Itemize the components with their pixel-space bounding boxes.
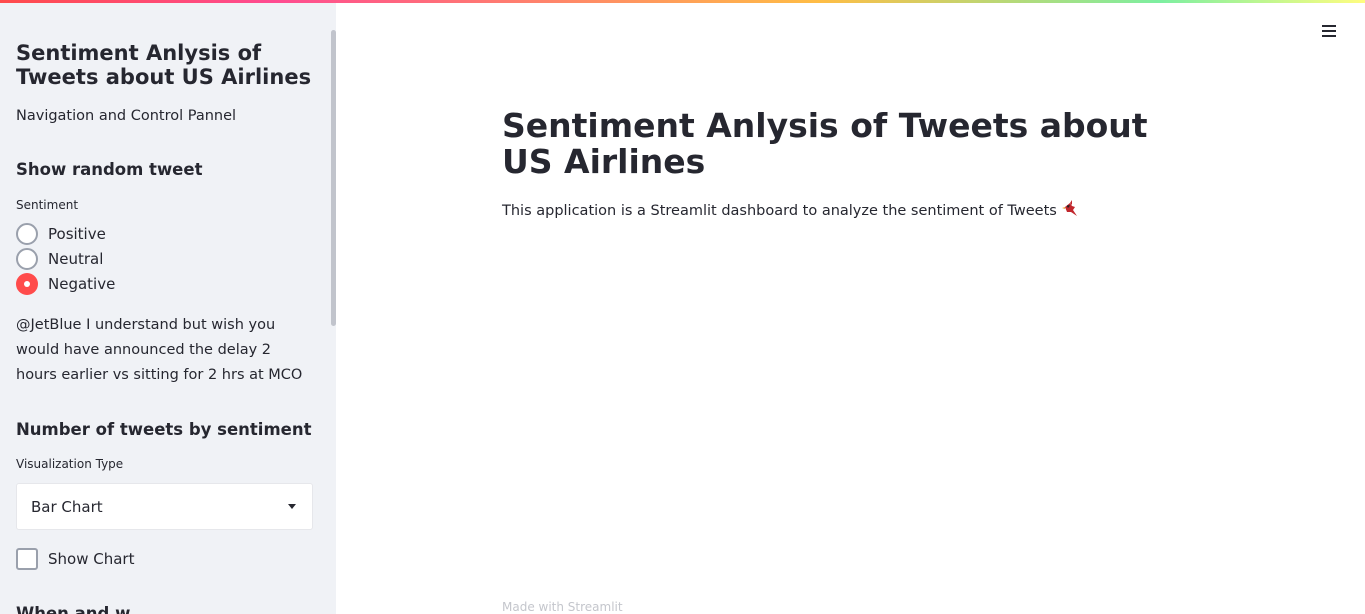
radio-circle-neutral[interactable] [16, 248, 38, 270]
random-tweet-heading: Show random tweet [16, 160, 203, 179]
select-value: Bar Chart [31, 497, 103, 516]
radio-label-neutral: Neutral [48, 250, 104, 268]
footer-made-with[interactable]: Made with Streamlit [502, 600, 623, 614]
by-sentiment-heading: Number of tweets by sentiment [16, 420, 312, 439]
radio-circle-negative-selected[interactable] [16, 273, 38, 295]
sidebar-subtitle: Navigation and Control Pannel [16, 108, 237, 124]
visualization-type-label: Visualization Type [16, 457, 124, 471]
hamburger-menu-icon[interactable] [1322, 24, 1338, 38]
sentiment-label: Sentiment [16, 198, 79, 212]
show-chart-checkbox[interactable]: Show Chart [16, 548, 134, 570]
description-text: This application is a Streamlit dashboar… [502, 203, 1057, 219]
visualization-type-select[interactable]: Bar Chart [16, 483, 313, 530]
sidebar: Sentiment Anlysis of Tweets about US Air… [0, 0, 336, 614]
cardinal-bird-icon [1061, 200, 1077, 216]
next-section-heading: When and w... [16, 604, 149, 614]
sidebar-scrollbar[interactable] [331, 30, 336, 326]
page-description: This application is a Streamlit dashboar… [502, 199, 1081, 222]
radio-neutral[interactable]: Neutral [16, 247, 103, 271]
top-decoration-bar [0, 0, 1365, 3]
checkbox-label: Show Chart [48, 550, 135, 568]
sidebar-title: Sentiment Anlysis of Tweets about US Air… [16, 41, 312, 89]
radio-negative[interactable]: Negative [16, 272, 115, 296]
radio-label-negative: Negative [48, 275, 116, 293]
radio-label-positive: Positive [48, 225, 106, 243]
radio-positive[interactable]: Positive [16, 222, 106, 246]
checkbox-box[interactable] [16, 548, 38, 570]
page-title: Sentiment Anlysis of Tweets about US Air… [502, 106, 1148, 181]
caret-down-icon[interactable] [288, 504, 296, 509]
radio-circle-positive[interactable] [16, 223, 38, 245]
random-tweet-text: @JetBlue I understand but wish you would… [16, 317, 303, 383]
